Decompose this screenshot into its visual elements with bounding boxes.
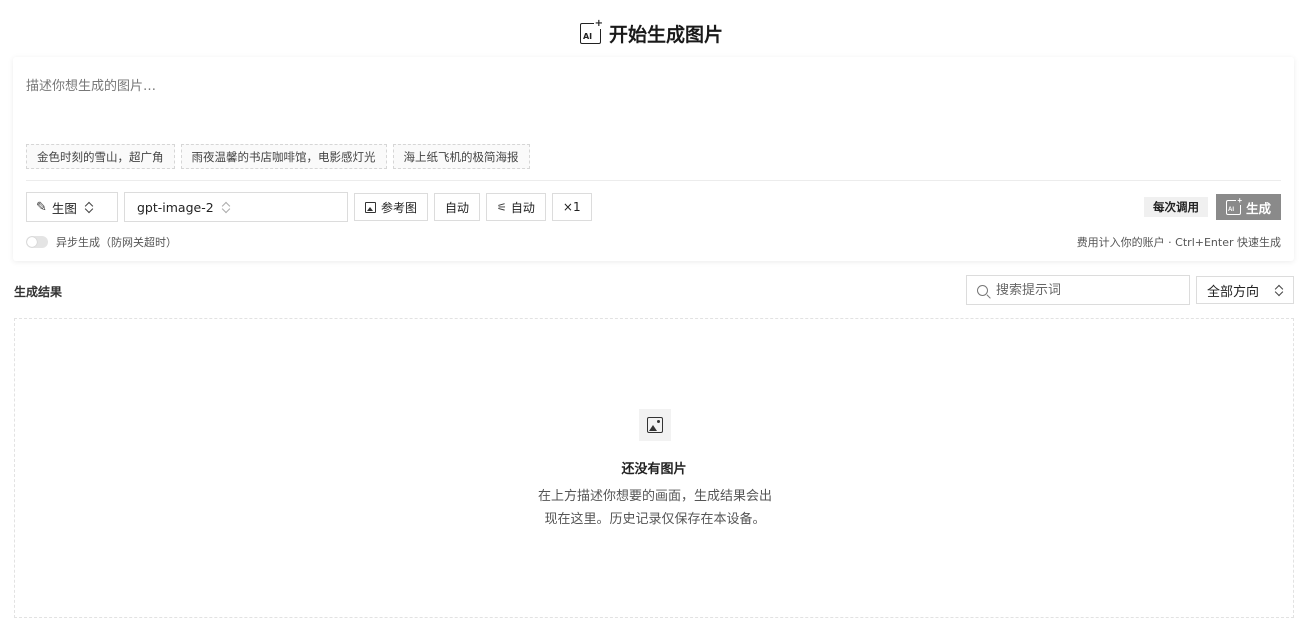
reference-image-button[interactable]: 参考图 (354, 193, 429, 221)
empty-description-line: 在上方描述你想要的画面，生成结果会出 (537, 489, 772, 504)
suggestion-chips: 金色时刻的雪山，超广角 雨夜温馨的书店咖啡馆，电影感灯光 海上纸飞机的极简海报 (26, 144, 530, 169)
ai-image-icon: AI + (579, 19, 604, 44)
suggestion-chip[interactable]: 雨夜温馨的书店咖啡馆，电影感灯光 (180, 144, 387, 169)
image-icon (647, 417, 663, 433)
model-select[interactable]: gpt-image-2 (124, 192, 348, 222)
ai-image-icon: AI + (1225, 195, 1243, 215)
count-label: ×1 (562, 200, 581, 214)
size-button[interactable]: 自动 (434, 193, 481, 221)
search-icon (977, 284, 988, 296)
billing-footnote: 费用计入你的账户 · Ctrl+Enter 快速生成 (1076, 236, 1281, 249)
empty-title: 还没有图片 (621, 462, 687, 477)
chevron-updown-icon (86, 202, 93, 213)
results-empty-state: 还没有图片 在上方描述你想要的画面，生成结果会出 现在这里。历史记录仅保存在本设… (14, 318, 1294, 618)
count-button[interactable]: ×1 (551, 193, 592, 221)
quality-button[interactable]: ⚟ 自动 (486, 193, 546, 221)
image-icon (365, 201, 376, 213)
page-header: AI + 开始生成图片 (0, 19, 1303, 47)
async-toggle[interactable] (26, 236, 48, 248)
size-label: 自动 (445, 200, 470, 215)
generate-label: 生成 (1245, 201, 1271, 216)
divider (26, 180, 1281, 181)
empty-description-line: 现在这里。历史记录仅保存在本设备。 (544, 512, 766, 527)
suggestion-chip[interactable]: 海上纸飞机的极简海报 (392, 144, 530, 169)
search-box (966, 275, 1190, 305)
async-toggle-row: 异步生成（防网关超时） (26, 234, 177, 250)
empty-description: 在上方描述你想要的画面，生成结果会出 现在这里。历史记录仅保存在本设备。 (515, 485, 795, 531)
prompt-card: 金色时刻的雪山，超广角 雨夜温馨的书店咖啡馆，电影感灯光 海上纸飞机的极简海报 … (13, 57, 1294, 261)
generation-controls: ✎ 生图 gpt-image-2 参考图 自动 ⚟ 自动 ×1 (26, 192, 592, 222)
chevron-updown-icon (223, 202, 230, 213)
direction-label: 全部方向 (1207, 284, 1260, 300)
prompt-input[interactable] (26, 75, 1276, 135)
page: AI+ 开始生成图片 金色时刻的雪山，超广角 雨夜温馨的书店咖啡馆，电影感灯光 … (0, 0, 1303, 628)
sliders-icon: ⚟ (497, 200, 507, 214)
reference-label: 参考图 (381, 200, 418, 215)
mode-label: 生图 (51, 200, 77, 216)
quality-label: 自动 (510, 200, 535, 215)
async-label: 异步生成（防网关超时） (56, 236, 177, 249)
suggestion-chip[interactable]: 金色时刻的雪山，超广角 (26, 144, 175, 169)
search-input[interactable] (996, 282, 1166, 298)
brush-icon: ✎ (36, 199, 47, 215)
generate-actions: 每次调用 AI + 生成 (1143, 194, 1281, 220)
empty-image-placeholder (639, 409, 671, 441)
direction-select[interactable]: 全部方向 (1196, 276, 1294, 304)
page-title: 开始生成图片 (608, 24, 723, 46)
model-label: gpt-image-2 (137, 199, 214, 215)
cost-badge: 每次调用 (1143, 197, 1208, 217)
mode-select[interactable]: ✎ 生图 (26, 192, 118, 222)
results-title: 生成结果 (14, 285, 63, 299)
generate-button[interactable]: AI + 生成 (1215, 194, 1281, 220)
chevron-updown-icon (1276, 285, 1283, 296)
